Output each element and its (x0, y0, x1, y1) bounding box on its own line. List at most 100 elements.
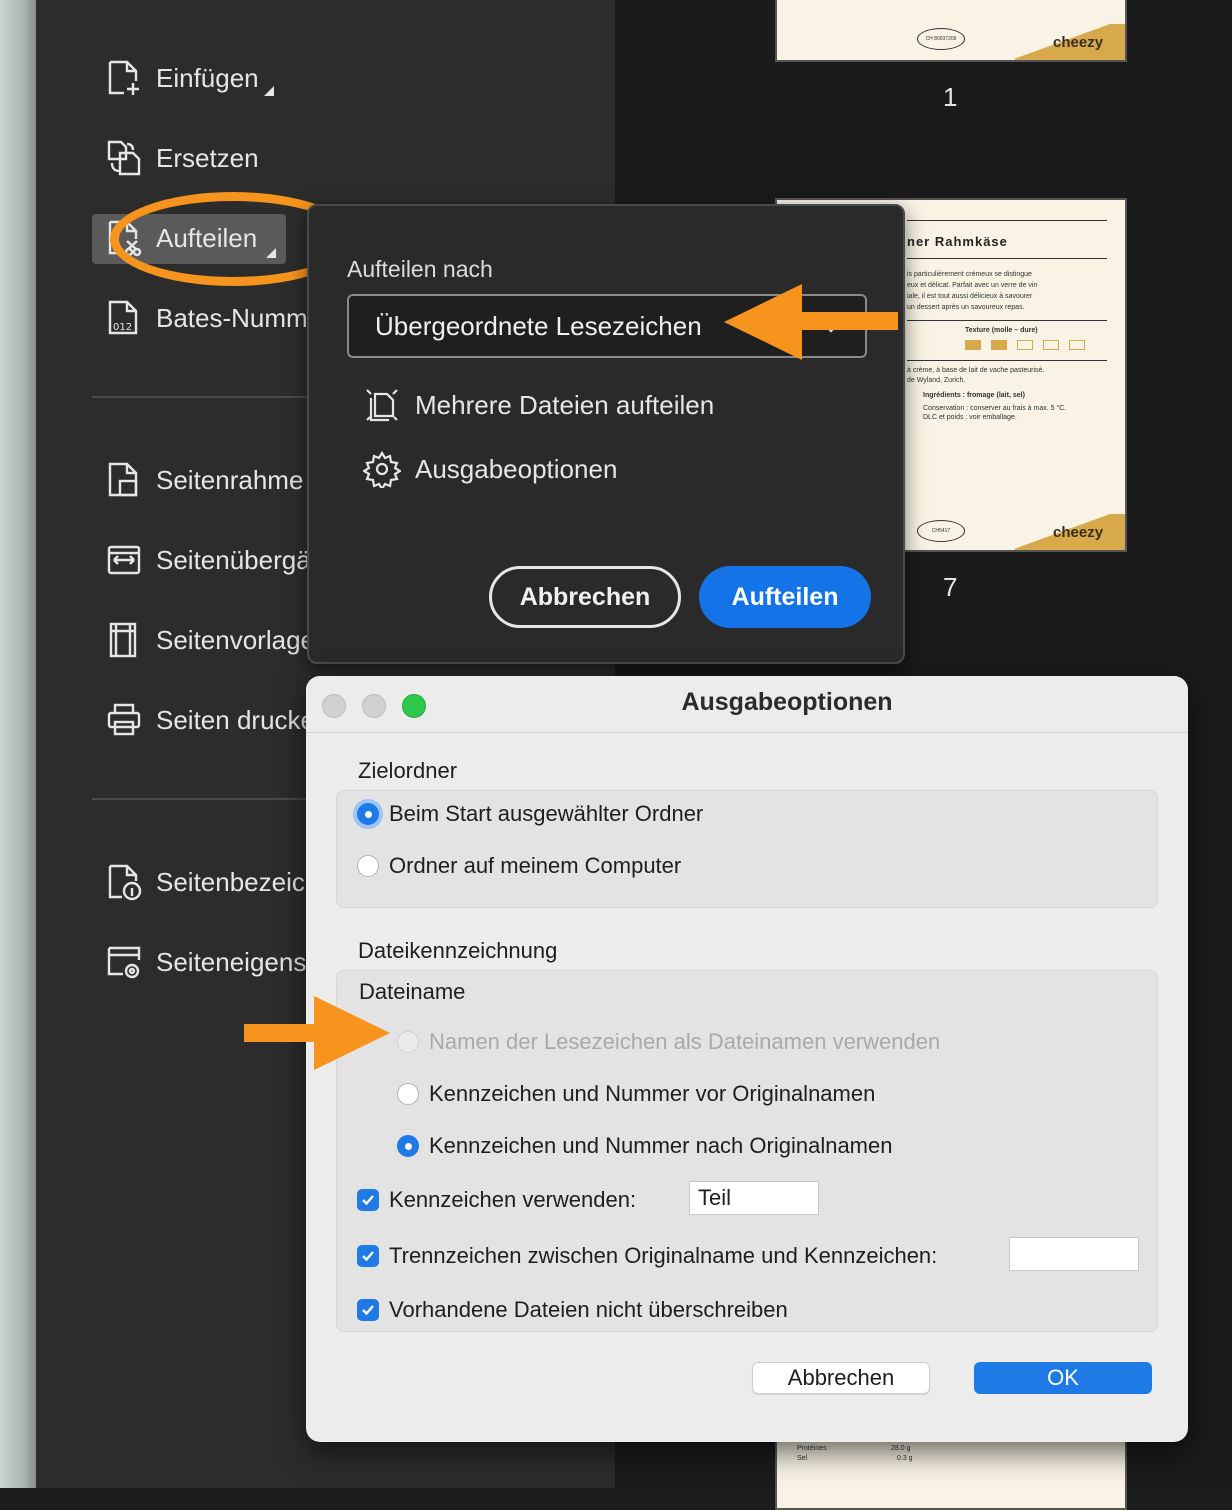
page-template-icon (109, 622, 137, 658)
tool-label: Seiteneigens (156, 946, 307, 977)
output-options-option[interactable]: Ausgabeoptionen (363, 450, 617, 488)
checkbox-use-label[interactable]: Kennzeichen verwenden: (357, 1187, 636, 1213)
checkbox-separator[interactable]: Trennzeichen zwischen Originalname und K… (357, 1243, 937, 1269)
radio-start-folder[interactable]: Beim Start ausgewählter Ordner (357, 801, 703, 827)
tool-page-transitions[interactable]: Seitenübergä (106, 538, 311, 582)
checkbox-label: Kennzeichen verwenden: (389, 1187, 637, 1212)
nutrition-label: Protéines (797, 1445, 827, 1452)
tool-page-properties[interactable]: Seiteneigens (106, 940, 306, 984)
radio-bookmark-names[interactable]: Namen der Lesezeichen als Dateinamen ver… (397, 1029, 940, 1055)
checkmark-icon (362, 1195, 374, 1206)
tool-label: Seitenrahme (156, 464, 304, 495)
radio-label-after[interactable]: Kennzeichen und Nummer nach Originalname… (397, 1133, 892, 1159)
tool-label: Seitenübergä (156, 544, 311, 575)
radio-button[interactable] (357, 855, 379, 877)
cancel-button[interactable]: Abbrechen (489, 566, 681, 628)
checkbox[interactable] (357, 1245, 379, 1267)
file-labeling-group: Dateiname Namen der Lesezeichen als Date… (336, 970, 1158, 1332)
label-text-field[interactable]: Teil (689, 1181, 819, 1215)
nutrition-label: Sel (797, 1455, 808, 1462)
radio-button[interactable] (357, 803, 379, 825)
checkbox-label: Vorhandene Dateien nicht überschreiben (389, 1297, 788, 1322)
gear-icon (363, 450, 401, 488)
radio-label: Beim Start ausgewählter Ordner (389, 801, 704, 826)
radio-label-before[interactable]: Kennzeichen und Nummer vor Originalnamen (397, 1081, 875, 1107)
product-title: ner Rahmkäse (907, 234, 1008, 249)
separator-text-field[interactable] (1009, 1237, 1139, 1271)
split-button[interactable]: Aufteilen (699, 566, 871, 628)
checkbox-no-overwrite[interactable]: Vorhandene Dateien nicht überschreiben (357, 1297, 788, 1323)
option-label: Ausgabeoptionen (415, 453, 618, 484)
brand-logo: cheezy (1053, 524, 1104, 541)
radio-label: Namen der Lesezeichen als Dateinamen ver… (429, 1029, 941, 1054)
tool-label: Seiten drucke (156, 704, 315, 735)
texture-label: Texture (molle – dure) (965, 327, 1038, 334)
tool-page-templates[interactable]: Seitenvorlage (106, 618, 315, 662)
page-number-1: 1 (943, 82, 958, 112)
ingredients-line: Ingrédients : fromage (lait, sel) (923, 392, 1025, 399)
dialog-title: Ausgabeoptionen (681, 688, 893, 716)
submenu-caret-icon (264, 86, 274, 96)
description-line: is particulièrement crémeux se distingue (907, 271, 1032, 278)
page-thumbnail-1[interactable]: CH 80937209 cheezy (775, 0, 1127, 62)
page-label-icon (108, 864, 142, 901)
tool-label: Bates-Numm (156, 302, 308, 333)
radio-label: Ordner auf meinem Computer (389, 853, 682, 878)
tool-label: Einfügen (156, 62, 259, 93)
target-folder-group: Beim Start ausgewählter Ordner Ordner au… (336, 790, 1158, 908)
split-multiple-files-icon (366, 389, 398, 422)
page-box-icon (108, 462, 138, 497)
page-number-7: 7 (943, 572, 958, 602)
split-multiple-files-option[interactable]: Mehrere Dateien aufteilen (363, 386, 714, 424)
tool-print-pages[interactable]: Seiten drucke (106, 698, 315, 742)
checkmark-icon (362, 1305, 374, 1316)
page-transition-icon (107, 545, 141, 575)
arrow-annotation-icon (244, 996, 390, 1070)
tool-page-boxes[interactable]: Seitenrahme (106, 458, 303, 502)
brand-logo: cheezy (1053, 34, 1104, 51)
dialog-cancel-button[interactable]: Abbrechen (752, 1362, 930, 1394)
tool-page-labels[interactable]: Seitenbezeic (106, 860, 305, 904)
dialog-titlebar: Ausgabeoptionen (306, 676, 1188, 733)
split-by-label: Aufteilen nach (347, 256, 493, 282)
texture-mark-icon (1017, 340, 1033, 350)
radio-computer-folder[interactable]: Ordner auf meinem Computer (357, 853, 681, 879)
output-options-dialog: Ausgabeoptionen Zielordner Beim Start au… (306, 676, 1188, 1442)
texture-mark-icon (1043, 340, 1059, 350)
nutrition-value: 28.0 g (891, 1445, 911, 1452)
page-properties-icon (107, 946, 141, 979)
radio-button[interactable] (397, 1135, 419, 1157)
dlc-line: DLC et poids : voir emballage. (923, 414, 1017, 421)
nutrition-value: 0.3 g (897, 1455, 913, 1462)
target-folder-label: Zielordner (358, 758, 458, 783)
dialog-ok-button[interactable]: OK (974, 1362, 1152, 1394)
checkbox[interactable] (357, 1299, 379, 1321)
description-line: un dessert après un savoureux repas. (907, 304, 1025, 311)
split-options-popup: Aufteilen nach Übergeordnete Lesezeichen… (307, 204, 905, 664)
bates-number-icon: 012 (108, 300, 138, 335)
rule (907, 258, 1107, 259)
tool-bates-numbering[interactable]: 012 Bates-Numm (106, 296, 308, 340)
insert-page-icon (108, 60, 139, 95)
radio-button[interactable] (397, 1083, 419, 1105)
file-labeling-label: Dateikennzeichnung (358, 938, 558, 963)
background-window-edge (0, 0, 40, 1488)
radio-label: Kennzeichen und Nummer vor Originalnamen (429, 1081, 876, 1106)
texture-scale (965, 340, 1085, 350)
description-line: de Wyland, Zurich. (907, 377, 966, 384)
arrow-annotation-icon (724, 284, 898, 360)
print-pages-icon (107, 703, 141, 736)
texture-mark-icon (965, 340, 981, 350)
radio-label: Kennzeichen und Nummer nach Originalname… (429, 1133, 893, 1158)
checkbox[interactable] (357, 1189, 379, 1211)
radio-button[interactable] (397, 1031, 419, 1053)
ch-code-oval: CH5417 (917, 520, 965, 542)
tool-insert[interactable]: Einfügen (106, 56, 259, 100)
option-label: Mehrere Dateien aufteilen (415, 389, 715, 420)
description-line: eux et délicat. Parfait avec un verre de… (907, 282, 1038, 289)
tool-replace[interactable]: Ersetzen (106, 136, 259, 180)
ch-code-oval: CH 80937209 (917, 28, 965, 50)
svg-text:012: 012 (113, 322, 132, 333)
texture-mark-icon (1069, 340, 1085, 350)
rule (907, 360, 1107, 361)
